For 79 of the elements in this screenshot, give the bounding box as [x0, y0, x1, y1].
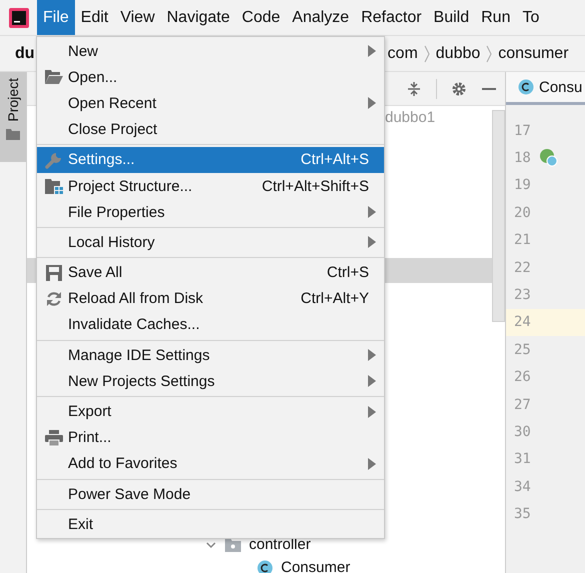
menu-item[interactable]: Open... [37, 64, 384, 90]
breadcrumb[interactable]: consumer [498, 44, 569, 62]
bean-icon[interactable] [538, 148, 559, 168]
project-name[interactable]: du [0, 44, 35, 62]
collapse-all-icon[interactable] [406, 80, 422, 96]
menu-item[interactable]: Project Structure... Ctrl+Alt+Shift+S [37, 172, 384, 200]
settings-icon[interactable] [451, 80, 467, 96]
class-icon [257, 560, 273, 573]
menu-item[interactable]: Exit [37, 511, 384, 538]
menu-item[interactable]: Power Save Mode [37, 481, 384, 508]
submenu-arrow-icon [368, 458, 376, 470]
class-icon [518, 79, 534, 95]
line-number: 19 [514, 177, 531, 194]
tree-item[interactable]: Consumer [281, 559, 350, 573]
folder-icon [45, 70, 63, 84]
menu-item[interactable]: Invalidate Caches... [37, 312, 384, 338]
save-icon [46, 264, 62, 281]
menu-bar-item[interactable]: Code [236, 0, 286, 35]
menu-bar-item[interactable]: Edit [74, 0, 114, 35]
line-number: 18 [514, 150, 531, 166]
submenu-arrow-icon [368, 406, 376, 418]
breadcrumb[interactable]: dubbo [436, 44, 480, 62]
wrench-icon [45, 150, 63, 169]
line-number: 27 [514, 396, 531, 413]
menu-item[interactable]: Local History [37, 229, 384, 256]
line-number: 23 [514, 287, 531, 304]
shortcut-label: Ctrl+S [326, 264, 369, 282]
line-number: 25 [514, 342, 531, 358]
menu-bar-item[interactable]: Navigate [160, 0, 236, 35]
shortcut-label: Ctrl+Alt+Y [300, 290, 369, 308]
menu-item[interactable]: New Projects Settings [37, 368, 384, 394]
project-tool-tab[interactable]: Project [0, 72, 26, 162]
breadcrumb[interactable]: com [388, 44, 418, 62]
menu-item[interactable]: Close Project [37, 116, 384, 143]
menu-item[interactable]: Manage IDE Settings [37, 342, 384, 368]
menu-item[interactable]: Save All Ctrl+S [37, 260, 384, 286]
folder-grid-icon [45, 178, 63, 194]
line-number: 21 [514, 232, 531, 248]
line-number: 26 [514, 369, 531, 386]
menu-bar-item[interactable]: To [516, 0, 546, 35]
submenu-arrow-icon [368, 45, 376, 58]
menu-item[interactable]: Settings... Ctrl+Alt+S [37, 146, 384, 173]
line-number: 35 [514, 506, 531, 522]
menu-item[interactable]: Print... [37, 424, 384, 451]
menu-item[interactable]: Add to Favorites [37, 450, 384, 477]
submenu-arrow-icon [368, 349, 376, 362]
line-number: 24 [514, 314, 531, 330]
submenu-arrow-icon [368, 236, 376, 248]
chevron-icon [486, 44, 492, 64]
app-logo-icon[interactable] [9, 8, 29, 28]
shortcut-label: Ctrl+Alt+Shift+S [262, 178, 369, 195]
submenu-arrow-icon [368, 97, 376, 110]
line-number: 22 [514, 260, 531, 276]
folder-icon [225, 538, 241, 552]
reload-icon [46, 290, 62, 307]
menu-item[interactable]: Export [37, 398, 384, 425]
tree-item[interactable]: controller [249, 536, 311, 553]
menu-item[interactable]: Open Recent [37, 90, 384, 117]
editor-tab[interactable]: Consu [506, 72, 585, 105]
submenu-arrow-icon [368, 375, 376, 388]
folder-icon [6, 128, 20, 140]
printer-icon [45, 430, 63, 446]
menu-bar-item[interactable]: View [114, 0, 161, 35]
line-number: 34 [514, 478, 531, 495]
menu-bar-item[interactable]: Build [428, 0, 476, 35]
menu-bar-item[interactable]: Run [475, 0, 516, 35]
line-number: 31 [514, 451, 531, 468]
shortcut-label: Ctrl+Alt+S [300, 151, 369, 168]
chevron-icon [424, 44, 430, 64]
menu-item[interactable]: File Properties [37, 199, 384, 226]
line-number: 20 [514, 204, 531, 221]
line-number: 30 [514, 424, 531, 440]
menu-bar-item[interactable]: Refactor [355, 0, 428, 35]
line-number: 17 [514, 122, 531, 139]
submenu-arrow-icon [368, 206, 376, 218]
menu-bar-item[interactable]: File [37, 0, 75, 35]
menu-item[interactable]: Reload All from Disk Ctrl+Alt+Y [37, 286, 384, 312]
menu-bar-item[interactable]: Analyze [286, 0, 356, 35]
menu-item[interactable]: New [37, 38, 384, 64]
